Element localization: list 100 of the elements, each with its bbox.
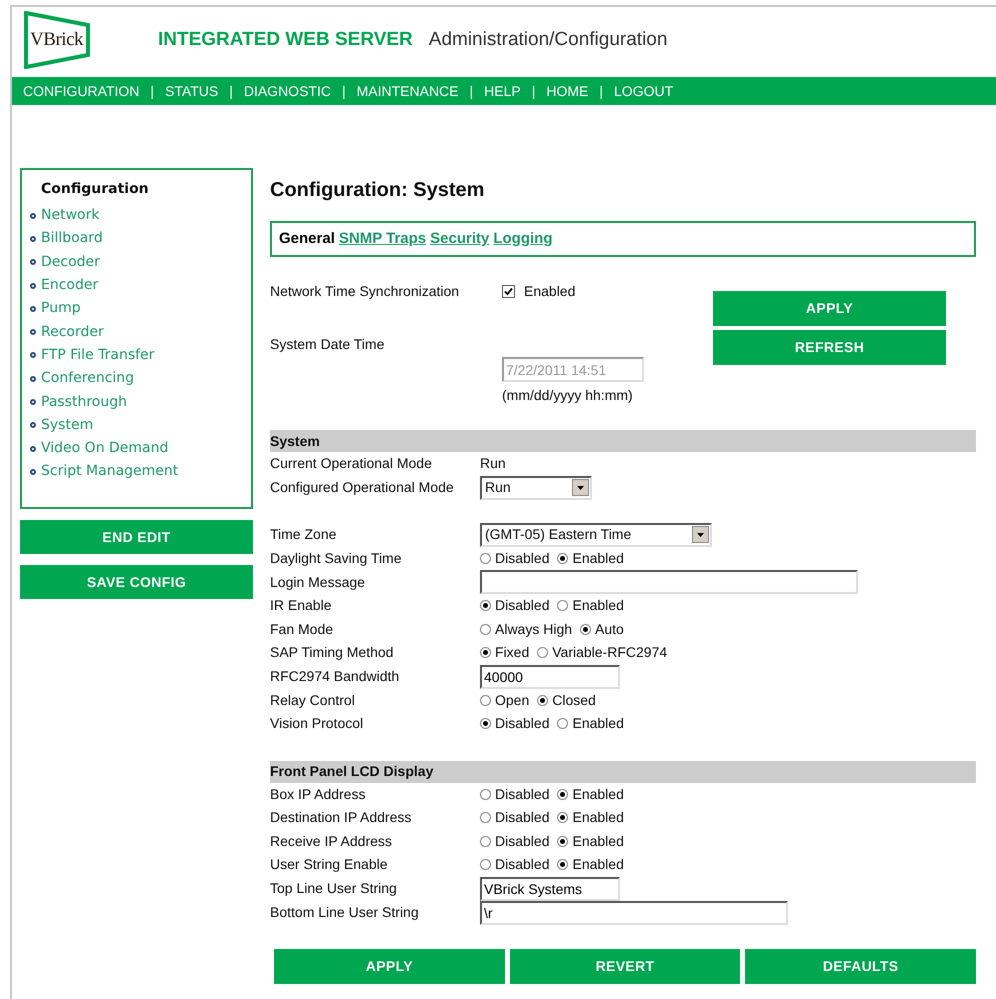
- radio-button[interactable]: [557, 812, 568, 824]
- field-label: Top Line User String: [270, 879, 398, 898]
- radio-button[interactable]: [480, 836, 491, 847]
- radio-label: Enabled: [572, 808, 624, 828]
- radio-label: Disabled: [495, 832, 550, 851]
- nav-link[interactable]: STATUS: [165, 80, 218, 102]
- nav-link[interactable]: CONFIGURATION: [23, 80, 140, 102]
- tab[interactable]: Logging: [493, 228, 552, 250]
- sidebar-link[interactable]: Conferencing: [41, 368, 134, 390]
- sidebar-link[interactable]: System: [41, 414, 94, 436]
- radio-button[interactable]: [480, 624, 491, 635]
- field-label: Receive IP Address: [270, 832, 393, 851]
- sidebar-link[interactable]: Decoder: [41, 252, 100, 273]
- radio-label: Fixed: [495, 643, 530, 662]
- radio-label: Always High: [495, 620, 572, 639]
- radio-button[interactable]: [537, 694, 548, 706]
- bullet-icon: [30, 376, 36, 382]
- tab[interactable]: SNMP Traps: [338, 228, 426, 250]
- radio-button[interactable]: [480, 647, 491, 658]
- action-button[interactable]: APPLY: [713, 291, 946, 326]
- text-field[interactable]: [480, 570, 858, 594]
- dropdown[interactable]: (GMT-05) Eastern Time: [480, 522, 712, 546]
- action-button[interactable]: REFRESH: [713, 330, 946, 365]
- nav-separator: |: [470, 82, 474, 101]
- sidebar-link[interactable]: Network: [41, 205, 100, 226]
- radio-button[interactable]: [557, 836, 568, 847]
- sidebar-button[interactable]: SAVE CONFIG: [20, 565, 253, 599]
- sidebar-button[interactable]: END EDIT: [20, 520, 253, 554]
- radio-button[interactable]: [557, 718, 568, 730]
- text-field[interactable]: VBrick Systems: [480, 876, 620, 900]
- tab[interactable]: Security: [430, 228, 490, 250]
- radio-label: Open: [495, 690, 530, 710]
- page-title: Configuration: System: [270, 178, 486, 203]
- radio-label: Enabled: [572, 784, 624, 804]
- sidebar-link[interactable]: Pump: [41, 298, 81, 320]
- date-format-hint: (mm/dd/yyyy hh:mm): [502, 386, 634, 405]
- bullet-icon: [30, 399, 36, 406]
- field-label: Fan Mode: [270, 620, 334, 639]
- nav-link[interactable]: LOGOUT: [614, 80, 674, 102]
- field-label: Daylight Saving Time: [270, 548, 403, 568]
- radio-button[interactable]: [557, 552, 568, 564]
- radio-label: Disabled: [495, 784, 550, 804]
- radio-button[interactable]: [480, 812, 491, 824]
- sidebar-link[interactable]: Video On Demand: [41, 438, 168, 460]
- field-value: Run: [480, 454, 506, 474]
- sidebar-link[interactable]: Passthrough: [41, 392, 127, 413]
- radio-label: Disabled: [495, 855, 550, 874]
- field-label: Current Operational Mode: [270, 454, 433, 474]
- footer-button[interactable]: APPLY: [274, 948, 505, 984]
- text-field[interactable]: \r: [480, 900, 788, 924]
- nav-link[interactable]: MAINTENANCE: [356, 80, 459, 102]
- radio-label: Closed: [552, 690, 596, 710]
- footer-button[interactable]: REVERT: [510, 948, 740, 984]
- tab[interactable]: General: [279, 228, 335, 250]
- radio-button[interactable]: [557, 859, 568, 870]
- bullet-icon: [30, 329, 36, 336]
- nav-link[interactable]: DIAGNOSTIC: [244, 80, 331, 102]
- field-label: Network Time Synchronization: [270, 282, 460, 301]
- radio-button[interactable]: [480, 552, 491, 564]
- bullet-icon: [30, 259, 36, 266]
- nav-separator: |: [599, 82, 604, 101]
- sidebar-title: Configuration: [41, 180, 150, 199]
- checkbox-label: Enabled: [524, 282, 576, 301]
- bullet-icon: [30, 212, 36, 219]
- sidebar-link[interactable]: Script Management: [41, 461, 178, 482]
- radio-button[interactable]: [480, 718, 491, 730]
- sidebar-link[interactable]: Recorder: [41, 322, 104, 343]
- field-label: IR Enable: [270, 596, 332, 616]
- sidebar-link[interactable]: Encoder: [41, 275, 98, 296]
- nav-link[interactable]: HELP: [484, 80, 521, 102]
- text-field[interactable]: 40000: [480, 664, 620, 688]
- radio-label: Auto: [595, 620, 624, 639]
- radio-label: Variable-RFC2974: [552, 643, 668, 662]
- field-label: Configured Operational Mode: [270, 478, 455, 497]
- radio-label: Enabled: [572, 596, 624, 616]
- app-subtitle: Administration/Configuration: [428, 28, 668, 52]
- field-label: Bottom Line User String: [270, 903, 420, 922]
- sidebar-link[interactable]: FTP File Transfer: [41, 344, 154, 366]
- radio-label: Enabled: [572, 855, 624, 874]
- section-header: Front Panel LCD Display: [270, 760, 976, 782]
- checkbox[interactable]: [502, 285, 515, 298]
- radio-label: Disabled: [495, 714, 550, 734]
- radio-button[interactable]: [480, 694, 491, 706]
- field-label: Relay Control: [270, 690, 356, 710]
- radio-label: Disabled: [495, 808, 550, 828]
- radio-button[interactable]: [480, 788, 491, 800]
- field-label: System Date Time: [270, 335, 386, 354]
- sidebar-link[interactable]: Billboard: [41, 228, 103, 250]
- nav-link[interactable]: HOME: [546, 80, 588, 102]
- nav-separator: |: [342, 82, 346, 101]
- nav-separator: |: [532, 82, 536, 101]
- footer-button[interactable]: DEFAULTS: [745, 948, 976, 984]
- radio-button[interactable]: [557, 600, 568, 612]
- dropdown[interactable]: Run: [480, 476, 592, 500]
- radio-button[interactable]: [557, 788, 568, 800]
- radio-button[interactable]: [480, 600, 491, 612]
- radio-button[interactable]: [480, 859, 491, 870]
- radio-button[interactable]: [580, 624, 592, 635]
- field-label: SAP Timing Method: [270, 643, 394, 662]
- radio-button[interactable]: [537, 647, 548, 658]
